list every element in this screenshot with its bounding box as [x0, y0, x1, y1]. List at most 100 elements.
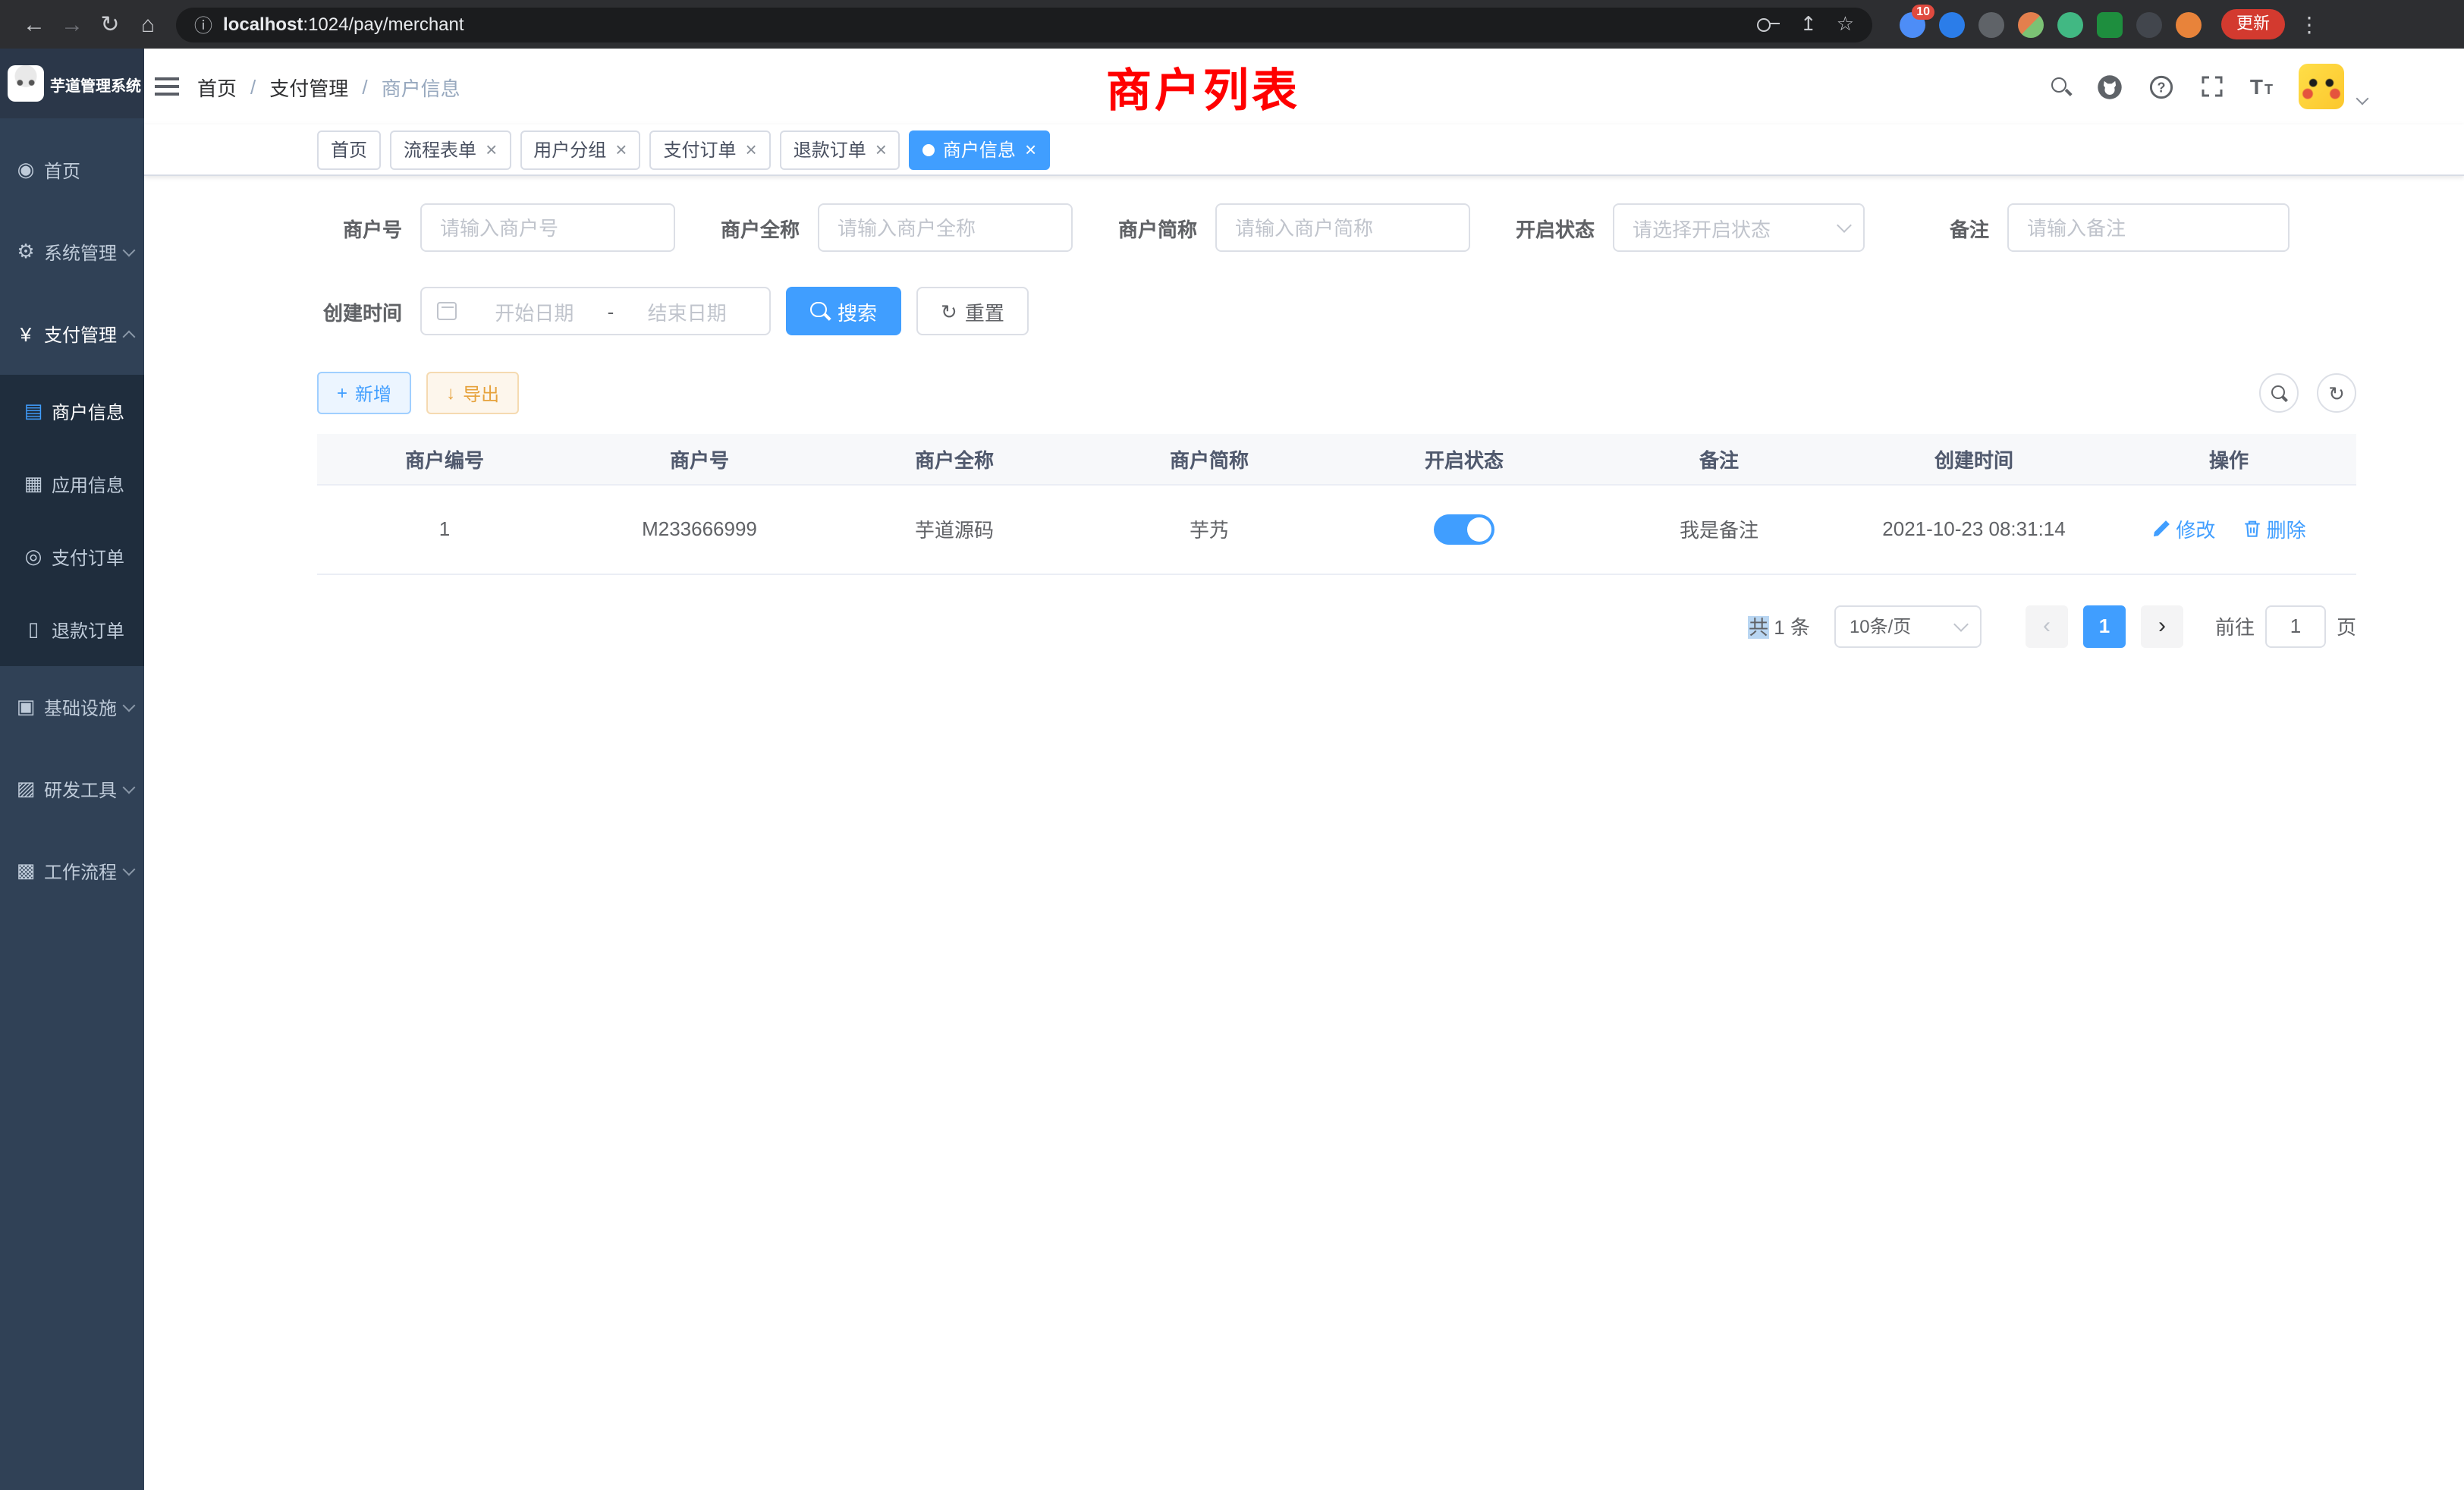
address-bar[interactable]: ⓘ localhost:1024/pay/merchant ↥ ☆	[176, 7, 1872, 42]
sidebar-item-home[interactable]: ◉ 首页	[0, 129, 144, 211]
extension-icon[interactable]	[1978, 11, 2004, 37]
extension-icon[interactable]	[2136, 11, 2162, 37]
share-icon[interactable]: ↥	[1800, 12, 1817, 36]
grid-icon: ▦	[23, 472, 44, 496]
svg-text:?: ?	[2157, 79, 2165, 94]
bookmark-star-icon[interactable]: ☆	[1837, 12, 1854, 36]
add-button-label: 新增	[355, 380, 391, 406]
cell-id: 1	[317, 484, 572, 574]
goto-suffix: 页	[2337, 611, 2356, 640]
sidebar-item-merchant-info[interactable]: ▤ 商户信息	[0, 375, 144, 448]
sidebar-item-infrastructure[interactable]: ▣ 基础设施	[0, 666, 144, 748]
extension-icon[interactable]	[2097, 11, 2123, 37]
reload-icon[interactable]: ↻	[91, 5, 129, 43]
extensions-row: 10	[1900, 11, 2202, 37]
tab-user-group[interactable]: 用户分组 ×	[520, 130, 640, 169]
start-date-placeholder[interactable]: 开始日期	[467, 297, 602, 325]
add-button[interactable]: + 新增	[317, 372, 411, 414]
extension-icon[interactable]: 10	[1900, 11, 1925, 37]
next-page-button[interactable]: ›	[2141, 605, 2183, 647]
breadcrumb-separator: /	[250, 75, 256, 98]
extension-icon[interactable]	[2057, 11, 2083, 37]
home-icon[interactable]: ⌂	[129, 5, 167, 43]
full-name-input[interactable]	[818, 203, 1073, 252]
breadcrumb-item-home[interactable]: 首页	[197, 72, 237, 101]
close-icon[interactable]: ×	[875, 140, 887, 159]
status-label: 开启状态	[1510, 213, 1595, 242]
search-button[interactable]: 搜索	[786, 287, 901, 335]
refresh-icon: ↻	[2328, 383, 2345, 403]
sidebar-item-system[interactable]: ⚙ 系统管理	[0, 211, 144, 293]
plus-icon: +	[337, 382, 347, 404]
hamburger-icon[interactable]	[155, 77, 179, 96]
font-size-button[interactable]: TT	[2250, 74, 2273, 99]
extension-icon[interactable]	[2018, 11, 2044, 37]
app-logo[interactable]: 芋道管理系统	[0, 49, 144, 118]
browser-profile-avatar[interactable]	[2176, 11, 2202, 37]
goto-input[interactable]	[2265, 605, 2326, 647]
card-icon: ▤	[23, 399, 44, 423]
short-name-input[interactable]	[1215, 203, 1470, 252]
breadcrumb-item-current: 商户信息	[382, 72, 460, 101]
sidebar-item-payment[interactable]: ¥ 支付管理	[0, 293, 144, 375]
navbar-actions: ? TT	[2051, 64, 2464, 109]
breadcrumb-item-payment[interactable]: 支付管理	[269, 72, 348, 101]
close-icon[interactable]: ×	[746, 140, 757, 159]
full-name-field: 商户全称	[715, 203, 1073, 252]
prev-page-button[interactable]: ‹	[2026, 605, 2068, 647]
page-jumper: 前往 页	[2215, 605, 2356, 647]
close-icon[interactable]: ×	[615, 140, 627, 159]
sidebar-item-devtools[interactable]: ▨ 研发工具	[0, 748, 144, 830]
tab-home[interactable]: 首页	[317, 130, 381, 169]
refresh-button[interactable]: ↻	[2317, 373, 2356, 413]
tab-pay-order[interactable]: 支付订单 ×	[649, 130, 770, 169]
remark-input[interactable]	[2007, 203, 2290, 252]
user-avatar[interactable]	[2299, 64, 2344, 109]
password-key-icon[interactable]	[1758, 18, 1780, 30]
search-button-label: 搜索	[838, 297, 877, 325]
status-field: 开启状态 请选择开启状态	[1510, 203, 1865, 252]
delete-link[interactable]: 删除	[2242, 514, 2306, 543]
tab-refund-order[interactable]: 退款订单 ×	[780, 130, 900, 169]
close-icon[interactable]: ×	[486, 140, 497, 159]
status-toggle[interactable]	[1434, 514, 1494, 544]
tab-merchant-info[interactable]: 商户信息 ×	[910, 130, 1050, 169]
sidebar-item-label: 工作流程	[44, 858, 117, 884]
date-range-picker[interactable]: 开始日期 - 结束日期	[420, 287, 771, 335]
cell-full-name: 芋道源码	[827, 484, 1082, 574]
github-button[interactable]	[2097, 74, 2123, 99]
sidebar-item-refund-order[interactable]: ▯ 退款订单	[0, 593, 144, 666]
sidebar-item-app-info[interactable]: ▦ 应用信息	[0, 448, 144, 520]
tab-process-form[interactable]: 流程表单 ×	[390, 130, 511, 169]
export-button[interactable]: ↓ 导出	[426, 372, 519, 414]
avatar-caret-icon[interactable]	[2356, 93, 2369, 105]
sidebar-item-label: 系统管理	[44, 239, 117, 265]
export-button-label: 导出	[463, 380, 499, 406]
page-1-button[interactable]: 1	[2083, 605, 2126, 647]
merchant-table: 商户编号 商户号 商户全称 商户简称 开启状态 备注 创建时间 操作 1	[317, 434, 2356, 574]
header-search-button[interactable]	[2051, 77, 2071, 96]
page-size-value: 10条/页	[1850, 613, 1911, 639]
reset-button[interactable]: ↻ 重置	[916, 287, 1029, 335]
extension-icon[interactable]	[1939, 11, 1965, 37]
end-date-placeholder[interactable]: 结束日期	[620, 297, 754, 325]
sidebar-item-pay-order[interactable]: ◎ 支付订单	[0, 520, 144, 593]
edit-link[interactable]: 修改	[2151, 514, 2215, 543]
status-select[interactable]: 请选择开启状态	[1613, 203, 1865, 252]
sidebar-menu: ◉ 首页 ⚙ 系统管理 ¥ 支付管理 ▤ 商户信息	[0, 118, 144, 912]
merchant-no-input[interactable]	[420, 203, 675, 252]
show-search-button[interactable]	[2259, 373, 2299, 413]
sidebar-item-workflow[interactable]: ▩ 工作流程	[0, 830, 144, 912]
back-icon[interactable]: ←	[15, 5, 53, 43]
fullscreen-button[interactable]	[2200, 74, 2224, 99]
site-info-icon[interactable]: ⓘ	[194, 11, 212, 37]
close-icon[interactable]: ×	[1025, 140, 1036, 159]
font-size-icon: T	[2264, 82, 2273, 97]
browser-update-button[interactable]: 更新	[2221, 9, 2285, 39]
chevron-up-icon	[123, 330, 136, 343]
help-button[interactable]: ?	[2148, 74, 2174, 99]
sidebar-item-label: 退款订单	[52, 617, 124, 643]
forward-icon[interactable]: →	[53, 5, 91, 43]
page-size-select[interactable]: 10条/页	[1834, 605, 1982, 647]
browser-menu-icon[interactable]: ⋮	[2299, 11, 2320, 37]
